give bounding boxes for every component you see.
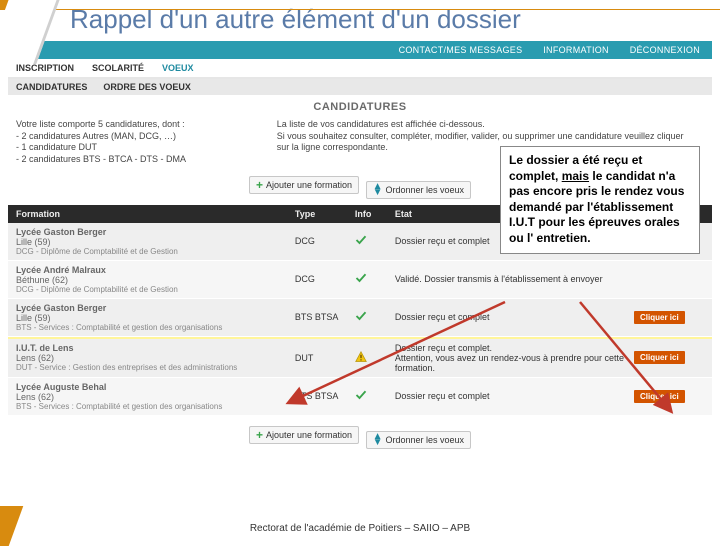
table-row[interactable]: Lycée Auguste BehalLens (62)BTS - Servic… <box>8 378 712 416</box>
callout-u: mais <box>562 169 589 183</box>
table-row[interactable]: Lycée André MalrauxBéthune (62)DCG - Dip… <box>8 261 712 299</box>
cell-type: DUT <box>295 353 355 363</box>
updown-icon: ▲▼ <box>373 184 383 196</box>
decor-line <box>0 9 720 10</box>
add-formation-button[interactable]: + Ajouter une formation <box>249 176 359 194</box>
order-voeux-label: Ordonner les voeux <box>385 185 464 195</box>
order-voeux-button-2[interactable]: ▲▼ Ordonner les voeux <box>366 431 471 449</box>
cell-action: Cliquer ici <box>634 351 704 364</box>
nav-contact[interactable]: CONTACT/MES MESSAGES <box>399 45 523 55</box>
order-voeux-label-2: Ordonner les voeux <box>385 435 464 445</box>
footer-text: Rectorat de l'académie de Poitiers – SAI… <box>0 523 720 534</box>
add-formation-button-2[interactable]: + Ajouter une formation <box>249 426 359 444</box>
decor-bottom <box>0 514 30 540</box>
check-icon <box>355 234 369 248</box>
th-type: Type <box>295 209 355 219</box>
plus-icon: + <box>256 179 263 191</box>
tabs-secondary: CANDIDATURES ORDRE DES VOEUX <box>8 79 712 95</box>
cell-info <box>355 351 395 365</box>
cell-etat: Dossier reçu et complet. Attention, vous… <box>395 343 634 373</box>
top-nav: CONTACT/MES MESSAGES INFORMATION DÉCONNE… <box>8 41 712 59</box>
table-row[interactable]: Lycée Gaston BergerLille (59)BTS - Servi… <box>8 299 712 337</box>
intro-col1: Votre liste comporte 5 candidatures, don… <box>16 119 257 166</box>
th-formation: Formation <box>16 209 295 219</box>
tab-candidatures[interactable]: CANDIDATURES <box>16 82 87 92</box>
nav-information[interactable]: INFORMATION <box>543 45 609 55</box>
callout-box: Le dossier a été reçu et complet, mais l… <box>500 146 700 254</box>
cliquer-ici-button[interactable]: Cliquer ici <box>634 390 685 403</box>
nav-deconnexion[interactable]: DÉCONNEXION <box>630 45 700 55</box>
tab-ordre-voeux[interactable]: ORDRE DES VOEUX <box>103 82 191 92</box>
add-formation-label: Ajouter une formation <box>266 180 352 190</box>
check-icon <box>355 272 369 286</box>
table-row[interactable]: I.U.T. de LensLens (62)DUT - Service : G… <box>8 339 712 378</box>
cell-formation: I.U.T. de LensLens (62)DUT - Service : G… <box>16 343 295 372</box>
add-formation-label-2: Ajouter une formation <box>266 430 352 440</box>
warning-icon <box>355 351 369 365</box>
cell-etat: Dossier reçu et complet <box>395 391 634 401</box>
tab-inscription[interactable]: INSCRIPTION <box>16 63 74 77</box>
check-icon <box>355 310 369 324</box>
cell-type: BTS BTSA <box>295 312 355 322</box>
order-voeux-button[interactable]: ▲▼ Ordonner les voeux <box>366 181 471 199</box>
cell-info <box>355 272 395 286</box>
tab-scolarite[interactable]: SCOLARITÉ <box>92 63 144 77</box>
cliquer-ici-button[interactable]: Cliquer ici <box>634 311 685 324</box>
cell-formation: Lycée Gaston BergerLille (59)BTS - Servi… <box>16 303 295 332</box>
cell-type: DCG <box>295 236 355 246</box>
cell-info <box>355 389 395 403</box>
section-title: CANDIDATURES <box>8 95 712 117</box>
plus-icon: + <box>256 429 263 441</box>
cell-action: Cliquer ici <box>634 311 704 324</box>
cell-formation: Lycée Gaston BergerLille (59)DCG - Diplô… <box>16 227 295 256</box>
tabs-primary: INSCRIPTION SCOLARITÉ VOEUX <box>8 59 712 79</box>
cell-action: Cliquer ici <box>634 390 704 403</box>
cell-formation: Lycée Auguste BehalLens (62)BTS - Servic… <box>16 382 295 411</box>
updown-icon: ▲▼ <box>373 434 383 446</box>
decor-slash <box>0 0 70 40</box>
cell-info <box>355 310 395 324</box>
cell-info <box>355 234 395 248</box>
cell-etat: Validé. Dossier transmis à l'établisseme… <box>395 274 634 284</box>
cell-etat: Dossier reçu et complet <box>395 312 634 322</box>
actions-bottom: + Ajouter une formation ▲▼ Ordonner les … <box>8 416 712 455</box>
th-info: Info <box>355 209 395 219</box>
tab-voeux[interactable]: VOEUX <box>162 63 194 77</box>
check-icon <box>355 389 369 403</box>
cell-type: BTS BTSA <box>295 391 355 401</box>
cliquer-ici-button[interactable]: Cliquer ici <box>634 351 685 364</box>
cell-formation: Lycée André MalrauxBéthune (62)DCG - Dip… <box>16 265 295 294</box>
cell-type: DCG <box>295 274 355 284</box>
slide-title: Rappel d'un autre élément d'un dossier <box>0 0 720 41</box>
